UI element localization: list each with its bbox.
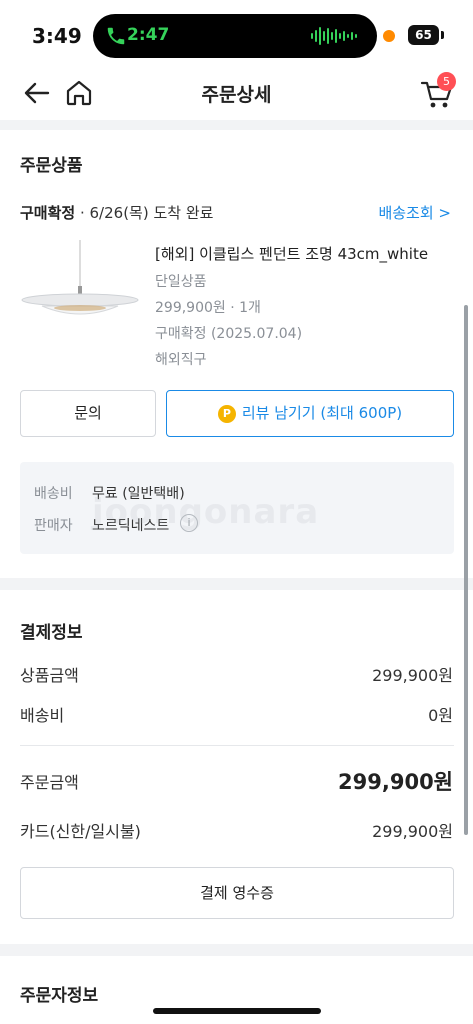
order-status-bold: 구매확정: [20, 204, 76, 222]
product-amount-value: 299,900원: [372, 666, 453, 685]
write-review-label: 리뷰 남기기 (최대 600P): [241, 404, 403, 422]
orderer-info-title: 주문자정보: [20, 986, 99, 1006]
scrollbar[interactable]: [464, 305, 468, 835]
write-review-button[interactable]: P 리뷰 남기기 (최대 600P): [166, 390, 454, 437]
order-products-title: 주문상품: [20, 156, 83, 176]
product-amount-label: 상품금액: [20, 666, 79, 685]
card-payment-value: 299,900원: [372, 822, 453, 841]
section-divider: [0, 120, 473, 130]
product-name[interactable]: [해외] 이클립스 펜던트 조명 43cm_white: [155, 243, 428, 264]
order-amount-value: 299,900원: [338, 770, 453, 794]
order-status: 구매확정 · 6/26(목) 도착 완료: [20, 202, 213, 223]
phone-icon: [107, 27, 125, 45]
status-bar: 3:49 2:47 65: [0, 0, 473, 70]
product-option: 단일상품: [155, 274, 207, 290]
product-thumbnail[interactable]: [20, 240, 140, 328]
track-shipment-link[interactable]: 배송조회 >: [378, 202, 451, 223]
order-status-detail: · 6/26(목) 도착 완료: [75, 204, 214, 222]
inquiry-button[interactable]: 문의: [20, 390, 156, 437]
recording-indicator: [383, 30, 395, 42]
section-divider: [0, 944, 473, 956]
app-header: 주문상세 5: [0, 70, 473, 120]
order-amount-label: 주문금액: [20, 773, 79, 792]
product-price-qty: 299,900원 · 1개: [155, 300, 261, 316]
page-title: 주문상세: [201, 84, 272, 106]
payment-shipping-label: 배송비: [20, 706, 65, 725]
audio-wave-icon: [311, 27, 357, 45]
point-coin-icon: P: [217, 405, 236, 423]
watermark: joongonara: [92, 492, 320, 532]
home-indicator[interactable]: [153, 1008, 321, 1014]
cart-count-badge: 5: [437, 72, 456, 91]
status-time: 3:49: [32, 24, 82, 48]
battery-indicator: 65: [408, 25, 439, 45]
card-payment-label: 카드(신한/일시불): [20, 822, 141, 841]
product-confirm-date: 구매확정 (2025.07.04): [155, 326, 303, 342]
payment-shipping-value: 0원: [428, 706, 453, 725]
seller-label: 판매자: [34, 518, 73, 534]
product-type: 해외직구: [155, 352, 207, 368]
payment-receipt-button[interactable]: 결제 영수증: [20, 867, 454, 919]
call-duration: 2:47: [127, 25, 170, 45]
section-divider: [0, 578, 473, 590]
payment-divider: [20, 745, 454, 746]
battery-tip: [441, 31, 444, 39]
shipping-fee-label: 배송비: [34, 486, 73, 502]
dynamic-island[interactable]: 2:47: [93, 14, 377, 58]
payment-title: 결제정보: [20, 623, 83, 643]
